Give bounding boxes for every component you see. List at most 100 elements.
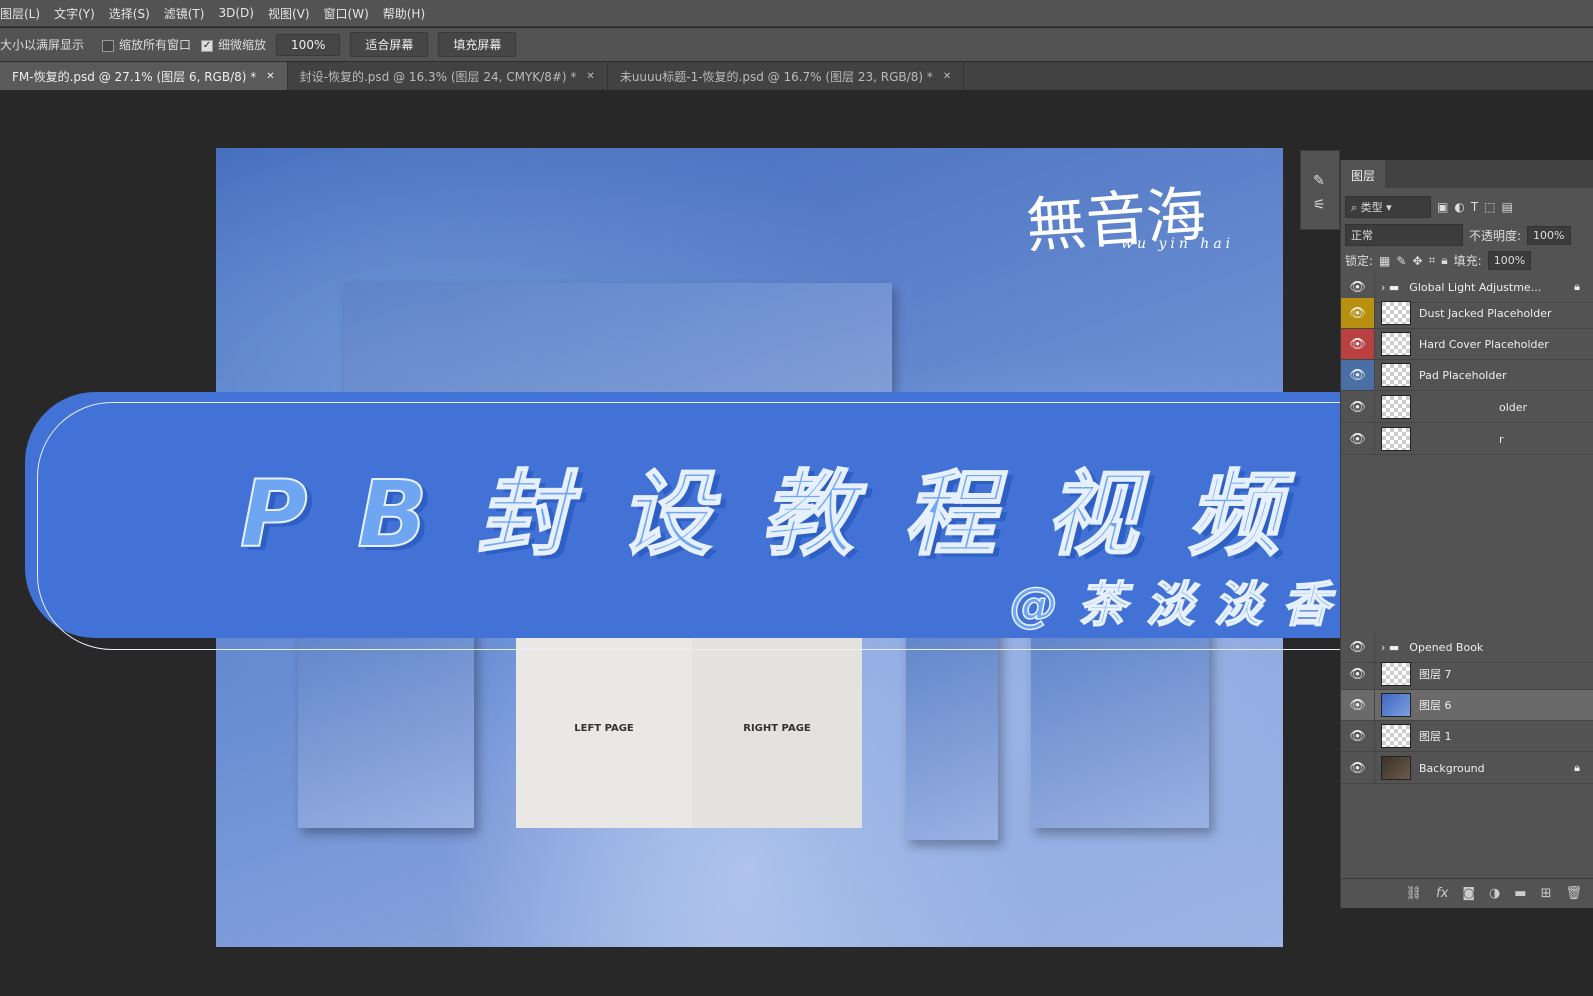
visibility-eye-icon[interactable]: 👁︎ <box>1341 753 1375 783</box>
menu-view[interactable]: 视图(V) <box>261 5 317 22</box>
link-icon[interactable]: ⛓ <box>1406 886 1423 901</box>
blend-mode-select[interactable]: 正常 <box>1345 224 1463 246</box>
layer-row[interactable]: 👁︎ Background 🔒︎ <box>1341 753 1593 784</box>
visibility-eye-icon[interactable]: 👁︎ <box>1341 659 1375 689</box>
layer-row[interactable]: 👁︎ Pad Placeholder <box>1341 360 1593 391</box>
lock-pixels-icon[interactable]: ▦ <box>1379 254 1390 268</box>
lock-position-icon[interactable]: ✥ <box>1412 254 1422 268</box>
close-icon[interactable]: ✕ <box>266 71 274 82</box>
adjustment-filter-icon[interactable]: ◐ <box>1454 200 1464 214</box>
layer-name: Hard Cover Placeholder <box>1419 337 1549 351</box>
blend-mode-value: 正常 <box>1351 229 1373 242</box>
brush-settings-icon[interactable]: ✎ <box>1313 173 1339 189</box>
menu-window[interactable]: 窗口(W) <box>317 5 376 22</box>
zoom-100-button[interactable]: 100% <box>276 33 341 56</box>
tab-document-2[interactable]: 封设-恢复的.psd @ 16.3% (图层 24, CMYK/8#) * ✕ <box>288 62 608 90</box>
smart-filter-icon[interactable]: ▤ <box>1502 200 1513 214</box>
layer-row[interactable]: 👁︎ Dust Jacked Placeholder <box>1341 298 1593 329</box>
visibility-eye-icon[interactable]: 👁︎ <box>1341 298 1375 328</box>
opacity-input[interactable]: 100% <box>1527 225 1571 245</box>
layer-row[interactable]: 👁︎ r <box>1341 424 1593 455</box>
trash-icon[interactable]: 🗑︎ <box>1565 886 1582 901</box>
menu-type[interactable]: 文字(Y) <box>47 5 102 22</box>
menu-filter[interactable]: 滤镜(T) <box>157 5 212 22</box>
tab-document-1[interactable]: FM-恢复的.psd @ 27.1% (图层 6, RGB/8) * ✕ <box>0 62 288 90</box>
mockup-left-page: LEFT PAGE <box>516 628 692 828</box>
new-layer-icon[interactable]: ⊞ <box>1541 886 1552 901</box>
lock-artboard-icon[interactable]: ⌗ <box>1429 253 1436 268</box>
menu-help[interactable]: 帮助(H) <box>376 5 432 22</box>
banner-title: PB封设教程视频 <box>239 460 1330 569</box>
layer-row[interactable]: 👁︎ 图层 6 <box>1341 690 1593 721</box>
layer-row[interactable]: 👁︎ older <box>1341 392 1593 423</box>
adjustment-layer-icon[interactable]: ◑ <box>1489 886 1500 901</box>
layer-thumbnail <box>1381 724 1411 748</box>
layer-row[interactable]: 👁︎ 图层 1 <box>1341 721 1593 752</box>
layer-name: 图层 1 <box>1419 730 1452 743</box>
tab-layers[interactable]: 图层 <box>1341 160 1385 188</box>
tab-label: FM-恢复的.psd @ 27.1% (图层 6, RGB/8) * <box>12 69 257 84</box>
options-bar: 大小以满屏显示 缩放所有窗口 ✓ 细微缩放 100% 适合屏幕 填充屏幕 <box>0 28 1593 62</box>
layer-row[interactable]: 👁︎ 图层 7 <box>1341 659 1593 690</box>
filter-kind-select[interactable]: ⌕ 类型 ▾ <box>1345 196 1431 218</box>
fill-screen-button[interactable]: 填充屏幕 <box>438 32 517 57</box>
scrubby-zoom-checkbox[interactable]: ✓ 细微缩放 <box>201 36 266 53</box>
tab-document-3[interactable]: 未uuuu标题-1-恢复的.psd @ 16.7% (图层 23, RGB/8)… <box>608 62 965 90</box>
fx-icon[interactable]: fx <box>1436 886 1448 901</box>
fit-screen-button[interactable]: 适合屏幕 <box>350 32 429 57</box>
zoom-all-windows-checkbox[interactable]: 缩放所有窗口 <box>102 36 191 53</box>
document-tabs: FM-恢复的.psd @ 27.1% (图层 6, RGB/8) * ✕ 封设-恢… <box>0 62 1593 90</box>
menu-bar: 图层(L) 文字(Y) 选择(S) 滤镜(T) 3D(D) 视图(V) 窗口(W… <box>0 0 1593 27</box>
layers-panel: 图层 ⌕ 类型 ▾ ▣ ◐ T ⬚ ▤ 正常 不透明度: 100% 锁定: ▦ ✎ ✥ ⌗ 🔒︎… <box>1340 160 1593 908</box>
layer-thumbnail <box>1381 332 1411 356</box>
visibility-eye-icon[interactable]: 👁︎ <box>1341 721 1375 751</box>
layer-row[interactable]: 👁︎ Hard Cover Placeholder <box>1341 329 1593 360</box>
opacity-label: 不透明度: <box>1469 228 1522 243</box>
calligraphy-pinyin: wu yin hai <box>1121 236 1235 252</box>
layer-thumbnail <box>1381 756 1411 780</box>
menu-3d[interactable]: 3D(D) <box>211 6 260 20</box>
menu-layer[interactable]: 图层(L) <box>0 5 47 22</box>
lock-all-icon[interactable]: 🔒︎ <box>1441 253 1447 268</box>
visibility-eye-icon[interactable]: 👁︎ <box>1341 360 1375 390</box>
visibility-eye-icon[interactable]: 👁︎ <box>1341 424 1375 454</box>
layer-thumbnail <box>1381 395 1411 419</box>
close-icon[interactable]: ✕ <box>586 71 594 82</box>
new-group-icon[interactable]: ▬ <box>1514 886 1526 901</box>
shape-filter-icon[interactable]: ⬚ <box>1484 200 1495 214</box>
filter-row: ⌕ 类型 ▾ ▣ ◐ T ⬚ ▤ <box>1341 196 1593 218</box>
layer-thumbnail <box>1381 363 1411 387</box>
banner-subtitle: @茶淡淡香 <box>1009 576 1351 634</box>
lock-paint-icon[interactable]: ✎ <box>1396 254 1406 268</box>
lock-icon: 🔒︎ <box>1574 280 1580 293</box>
layer-name: Opened Book <box>1409 640 1484 654</box>
collapsed-panel-strip: ✎ ⚟ <box>1300 150 1340 230</box>
checkbox-icon <box>102 39 115 52</box>
layer-thumbnail <box>1381 662 1411 686</box>
layer-name: 图层 6 <box>1419 699 1452 712</box>
mask-icon[interactable]: ◙ <box>1462 886 1475 901</box>
visibility-eye-icon[interactable]: 👁︎ <box>1341 632 1375 662</box>
folder-icon[interactable]: › ▬ <box>1381 281 1399 294</box>
layer-name: older <box>1499 400 1528 414</box>
right-page-label: RIGHT PAGE <box>743 722 811 734</box>
visibility-eye-icon[interactable]: 👁︎ <box>1341 392 1375 422</box>
menu-select[interactable]: 选择(S) <box>102 5 157 22</box>
blend-row: 正常 不透明度: 100% <box>1341 224 1593 246</box>
lock-row: 锁定: ▦ ✎ ✥ ⌗ 🔒︎ 填充: 100% <box>1341 251 1593 270</box>
left-page-label: LEFT PAGE <box>574 722 634 734</box>
visibility-eye-icon[interactable]: 👁︎ <box>1341 329 1375 359</box>
type-filter-icon[interactable]: T <box>1471 200 1478 214</box>
fill-input[interactable]: 100% <box>1487 251 1532 270</box>
folder-icon[interactable]: › ▬ <box>1381 641 1399 654</box>
panel-footer: ⛓ fx ◙ ◑ ▬ ⊞ 🗑︎ <box>1341 878 1593 908</box>
visibility-eye-icon[interactable]: 👁︎ <box>1341 690 1375 720</box>
scrubby-label: 细微缩放 <box>218 38 267 52</box>
image-filter-icon[interactable]: ▣ <box>1437 200 1448 214</box>
adjustments-icon[interactable]: ⚟ <box>1313 197 1339 213</box>
close-icon[interactable]: ✕ <box>943 71 951 82</box>
mockup-right-page: RIGHT PAGE <box>692 628 862 828</box>
layer-name: Dust Jacked Placeholder <box>1419 306 1552 320</box>
layer-thumbnail <box>1381 427 1411 451</box>
layer-name: Pad Placeholder <box>1419 368 1507 382</box>
